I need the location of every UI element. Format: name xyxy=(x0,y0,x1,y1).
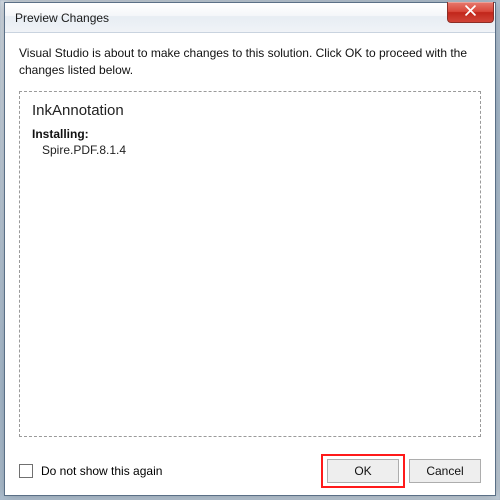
dialog-body: Visual Studio is about to make changes t… xyxy=(5,33,495,495)
installing-label: Installing: xyxy=(32,127,468,141)
cancel-button[interactable]: Cancel xyxy=(409,459,481,483)
intro-text: Visual Studio is about to make changes t… xyxy=(19,45,481,79)
dialog-footer: Do not show this again OK Cancel xyxy=(19,459,481,483)
preview-changes-dialog: Preview Changes Visual Studio is about t… xyxy=(4,2,496,496)
checkbox-label: Do not show this again xyxy=(41,464,162,478)
changes-panel: InkAnnotation Installing: Spire.PDF.8.1.… xyxy=(19,91,481,437)
package-item: Spire.PDF.8.1.4 xyxy=(42,143,468,157)
close-icon xyxy=(465,5,476,19)
dialog-title: Preview Changes xyxy=(15,11,109,25)
ok-button-label: OK xyxy=(354,464,371,478)
project-name: InkAnnotation xyxy=(32,102,468,119)
do-not-show-checkbox[interactable]: Do not show this again xyxy=(19,464,162,478)
close-button[interactable] xyxy=(447,2,494,23)
titlebar[interactable]: Preview Changes xyxy=(5,3,495,33)
ok-button[interactable]: OK xyxy=(327,459,399,483)
cancel-button-label: Cancel xyxy=(426,464,463,478)
checkbox-box xyxy=(19,464,33,478)
